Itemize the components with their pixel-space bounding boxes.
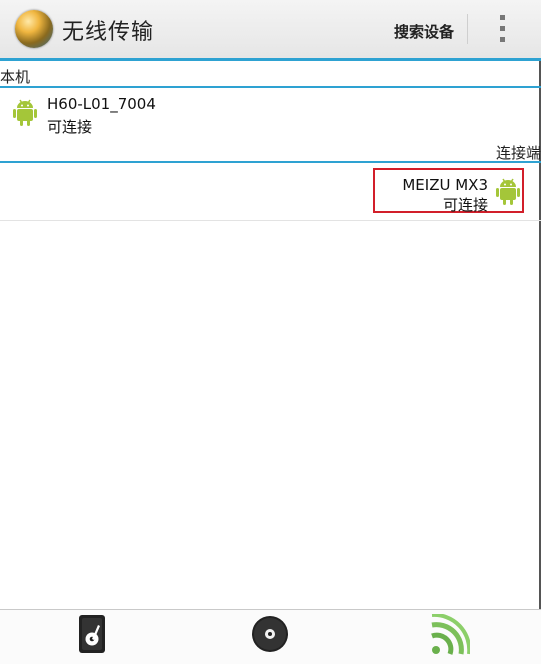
action-bar: 无线传输 搜索设备	[0, 0, 541, 58]
search-devices-button[interactable]: 搜索设备	[394, 21, 454, 42]
music-file-icon[interactable]	[78, 614, 118, 658]
overflow-menu-icon[interactable]	[500, 15, 506, 45]
bottom-bar-divider	[0, 609, 541, 610]
app-title: 无线传输	[62, 20, 155, 45]
remote-device-row[interactable]: MEIZU MX3 可连接	[373, 168, 524, 214]
action-bar-divider	[467, 14, 468, 44]
rss-feed-icon[interactable]	[430, 614, 470, 658]
section-divider	[0, 161, 541, 163]
local-section-header: 本机	[0, 68, 31, 86]
remote-device-name: MEIZU MX3	[402, 176, 488, 194]
action-bar-underline	[0, 58, 541, 61]
connector-section-header: 连接端	[495, 144, 541, 162]
local-device-status: 可连接	[47, 118, 93, 136]
list-divider	[0, 220, 541, 221]
remote-device-status: 可连接	[442, 196, 488, 214]
disc-icon[interactable]	[250, 614, 290, 658]
app-logo-icon	[15, 10, 53, 48]
android-icon	[496, 178, 520, 205]
local-device-name: H60-L01_7004	[47, 95, 156, 113]
android-icon	[13, 99, 37, 126]
